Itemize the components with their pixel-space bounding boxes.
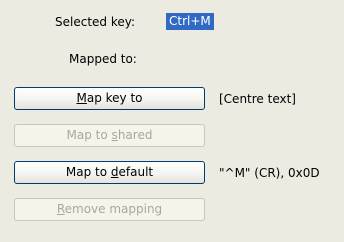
- map-key-to-mnemonic: M: [76, 91, 87, 105]
- default-value: "^M" (CR), 0x0D: [219, 166, 320, 180]
- map-to-shared-button[interactable]: Map to shared: [14, 124, 205, 147]
- selected-key-label: Selected key:: [55, 15, 136, 29]
- map-to-shared-pre: Map to: [66, 128, 112, 142]
- map-key-value: [Centre text]: [219, 92, 296, 106]
- map-to-default-button[interactable]: Map to default: [14, 161, 205, 184]
- mapped-to-label: Mapped to:: [69, 52, 137, 66]
- map-key-to-button[interactable]: Map key to: [14, 87, 205, 110]
- map-to-shared-post: hared: [117, 128, 153, 142]
- selected-key-value: Ctrl+M: [166, 13, 214, 30]
- key-mapping-panel: Selected key: Ctrl+M Mapped to: Map key …: [0, 0, 344, 242]
- map-to-default-pre: Map to: [65, 165, 111, 179]
- remove-mapping-post: emove mapping: [64, 202, 163, 216]
- map-to-default-mnemonic: d: [110, 165, 119, 179]
- remove-mapping-button[interactable]: Remove mapping: [14, 198, 205, 221]
- remove-mapping-mnemonic: R: [56, 202, 65, 216]
- map-to-default-post: efault: [118, 165, 154, 179]
- map-key-to-post: ap key to: [86, 91, 143, 105]
